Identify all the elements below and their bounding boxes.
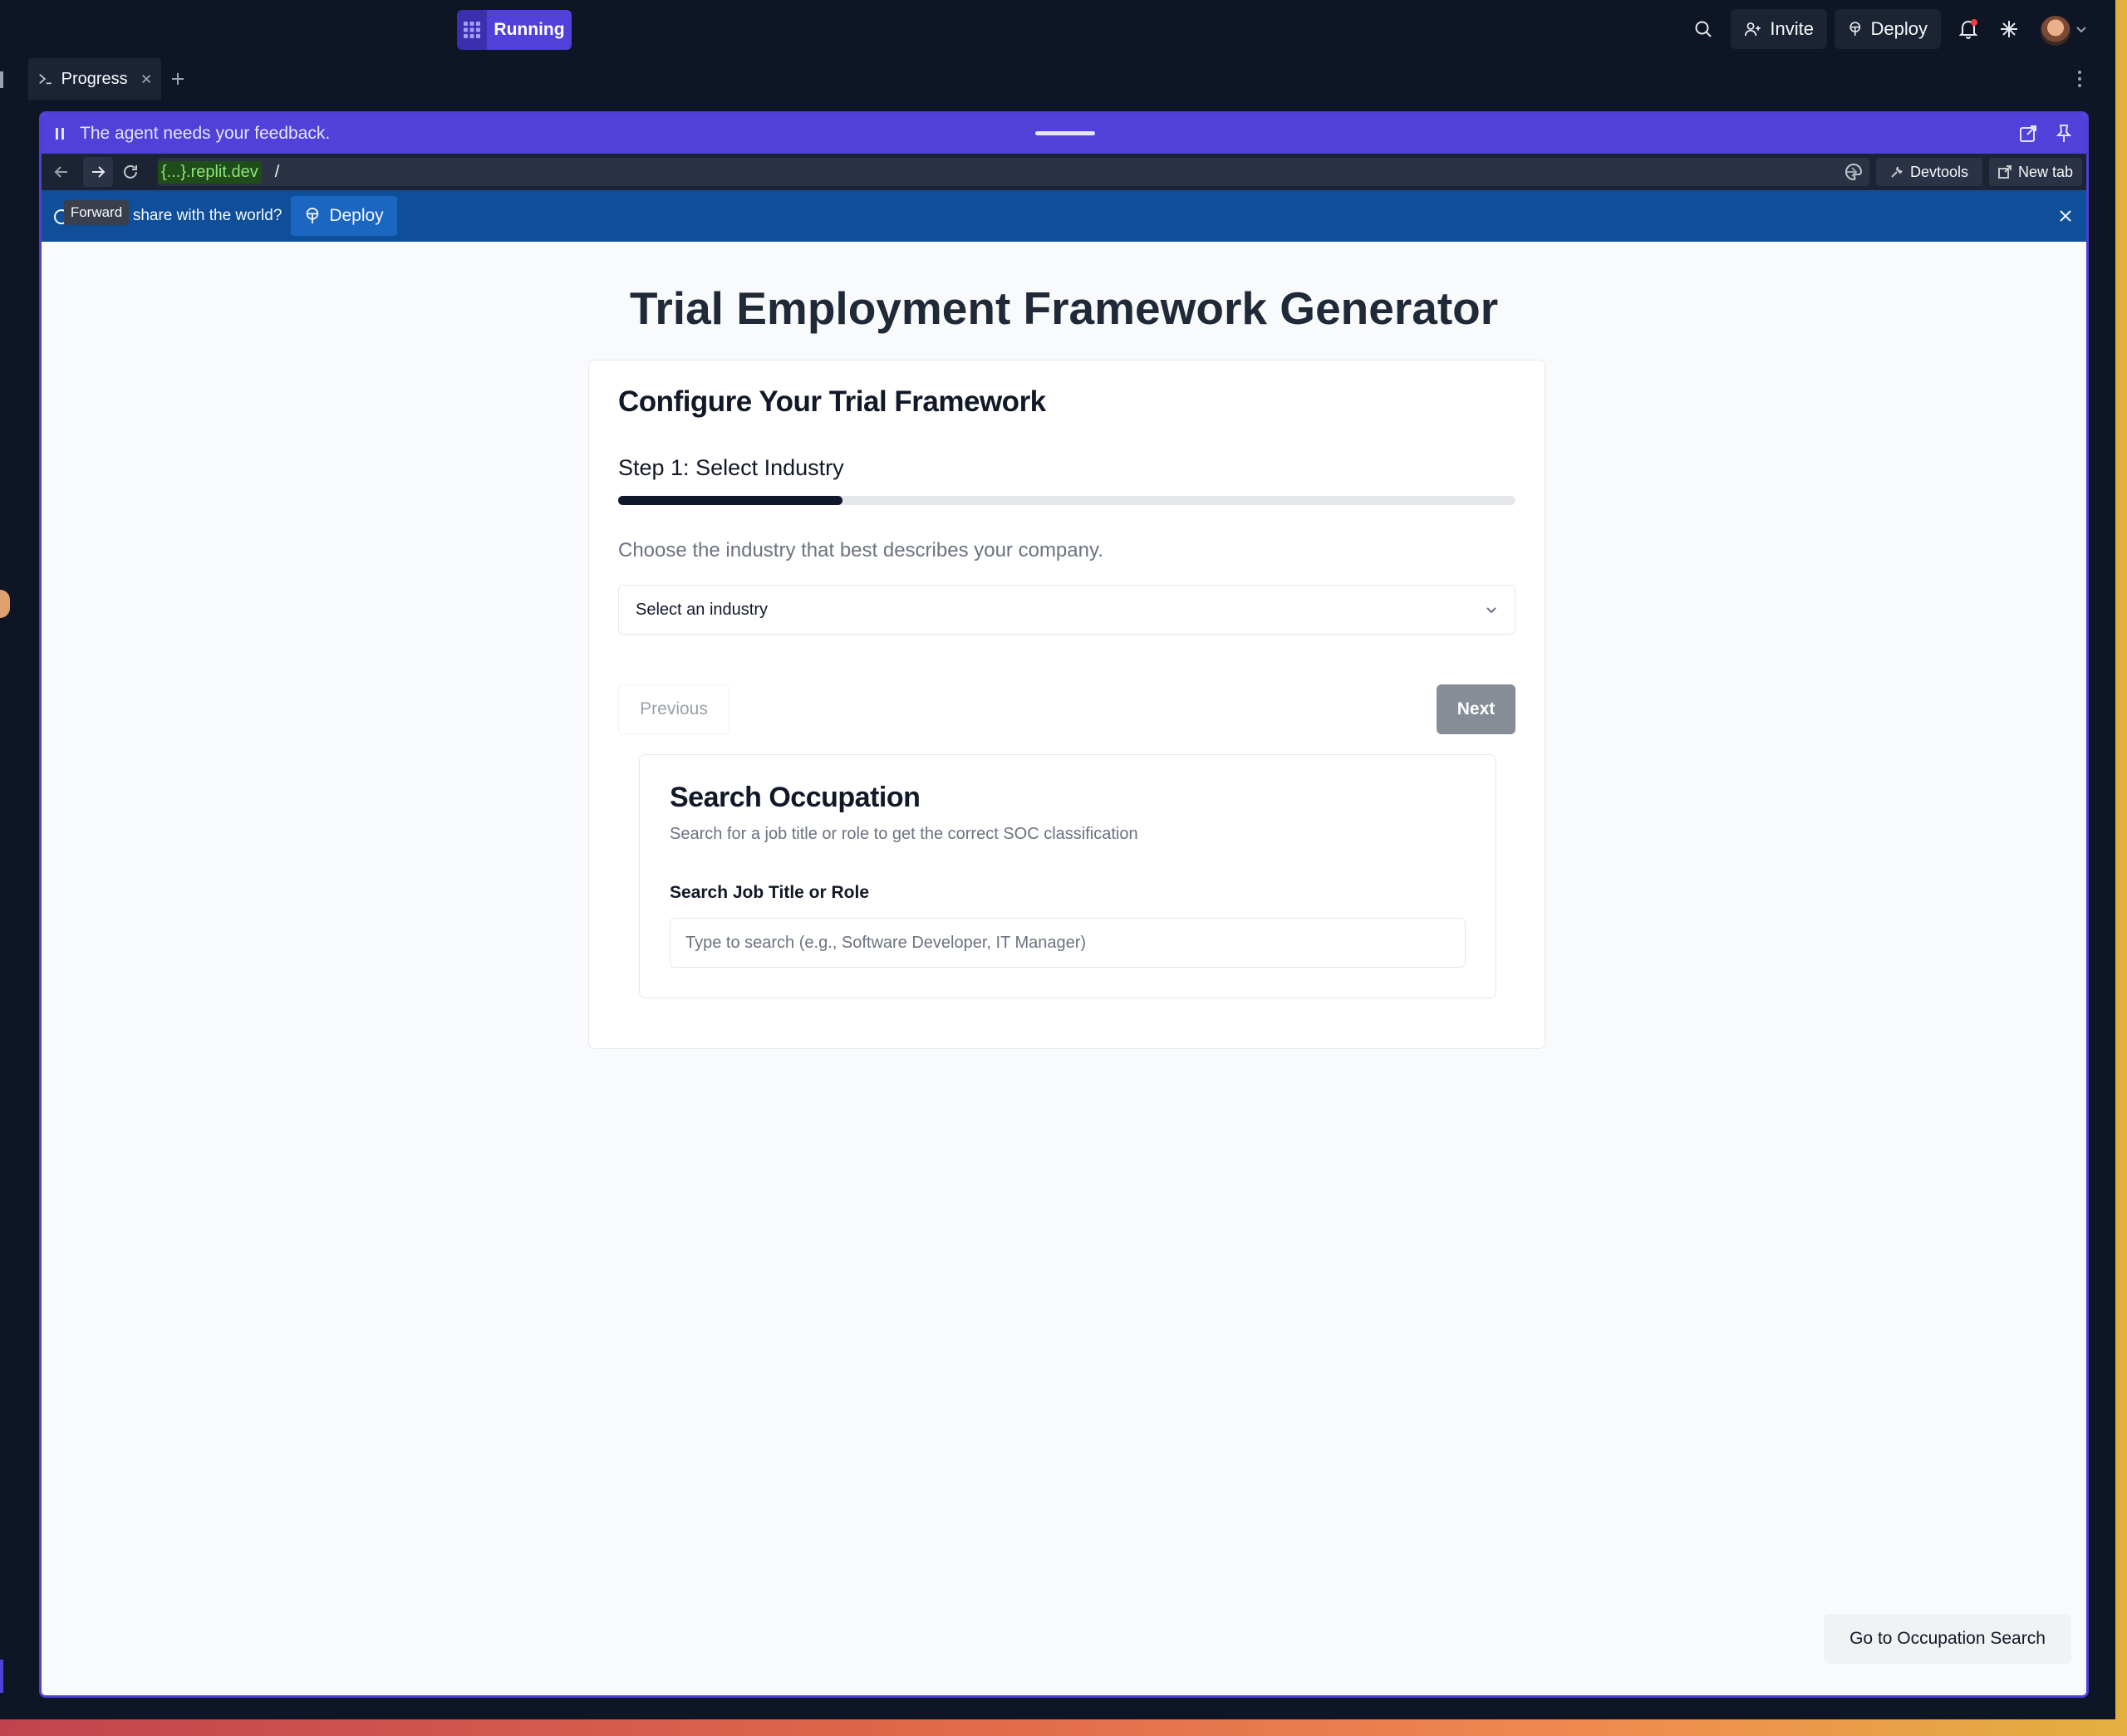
search-icon[interactable] (1683, 9, 1723, 49)
banner-text: o share with the world? (120, 207, 282, 224)
card-title: Configure Your Trial Framework (618, 385, 1046, 418)
close-icon[interactable] (141, 73, 151, 85)
sidebar-indicator (0, 1660, 3, 1693)
occupation-search-input[interactable]: Type to search (e.g., Software Developer… (670, 918, 1466, 968)
deploy-icon (307, 207, 319, 224)
next-button[interactable]: Next (1437, 684, 1515, 734)
close-icon[interactable] (2059, 209, 2072, 223)
new-tab-label: New tab (2017, 163, 2074, 180)
occupation-field-label: Search Job Title or Role (670, 883, 870, 902)
url-bar: {...}.replit.dev / Devtools New tab (42, 154, 2086, 190)
occupation-title: Search Occupation (670, 782, 921, 813)
deploy-icon (1849, 22, 1861, 36)
page-title: Trial Employment Framework Generator (629, 282, 1499, 334)
occupation-search-card: Search Occupation Search for a job title… (639, 754, 1496, 998)
forward-button[interactable] (83, 157, 113, 187)
deploy-button[interactable]: Deploy (1835, 9, 1941, 49)
go-to-occupation-search-button[interactable]: Go to Occupation Search (1824, 1614, 2071, 1664)
chevron-down-icon (1486, 607, 1496, 614)
industry-select[interactable]: Select an industry (618, 585, 1515, 635)
tab-progress[interactable]: Progress (28, 58, 161, 100)
url-path: / (274, 162, 280, 181)
add-user-icon (1744, 22, 1761, 37)
drag-handle[interactable] (1035, 131, 1095, 135)
run-button[interactable]: Running (487, 10, 572, 50)
tab-label: Progress (61, 69, 128, 88)
occupation-subtitle: Search for a job title or role to get th… (670, 825, 1138, 843)
select-value: Select an industry (636, 600, 768, 619)
reload-icon[interactable] (121, 163, 140, 181)
chevron-down-icon[interactable] (2075, 23, 2087, 35)
new-tab-button[interactable]: New tab (1989, 158, 2082, 186)
banner-deploy-button[interactable]: Deploy (291, 196, 397, 236)
external-link-icon (1997, 165, 2012, 179)
devtools-label: Devtools (1909, 163, 1969, 180)
banner-deploy-label: Deploy (329, 206, 384, 225)
feedback-text: The agent needs your feedback. (80, 124, 331, 143)
top-bar: Running Invite Deploy (0, 0, 2115, 58)
progress-fill (618, 496, 842, 505)
tab-strip: Progress (28, 58, 2115, 100)
app-window: Running Invite Deploy Progress The agent… (0, 0, 2115, 1719)
popout-icon[interactable] (2019, 125, 2037, 143)
step-title: Step 1: Select Industry (618, 455, 844, 480)
more-vertical-icon[interactable] (2077, 70, 2082, 88)
progress-track (618, 496, 1515, 505)
forward-tooltip: Forward (64, 200, 129, 225)
framework-card: Configure Your Trial Framework Step 1: S… (588, 360, 1545, 1049)
deploy-banner: o share with the world? Deploy (42, 190, 2086, 242)
invite-button[interactable]: Invite (1731, 9, 1827, 49)
webview-frame: The agent needs your feedback. {...}.rep… (39, 111, 2089, 1698)
forward-icon (92, 166, 106, 178)
step-description: Choose the industry that best describes … (618, 539, 1103, 562)
pause-icon[interactable] (55, 127, 65, 140)
previous-button[interactable]: Previous (618, 684, 729, 734)
add-tab-icon[interactable] (169, 71, 186, 87)
palette-icon[interactable] (1845, 163, 1863, 181)
grid-icon (457, 10, 487, 50)
bell-icon[interactable] (1948, 9, 1988, 49)
pin-icon[interactable] (2056, 124, 2072, 144)
progress-icon (39, 74, 52, 85)
avatar[interactable] (2041, 16, 2071, 46)
sidebar-edge (0, 58, 28, 1719)
menu-dots-icon[interactable] (0, 71, 3, 88)
avatar[interactable] (0, 590, 10, 618)
app-page: Trial Employment Framework Generator Con… (42, 242, 2086, 1695)
wrench-icon (1891, 166, 1903, 178)
url-domain: {...}.replit.dev (158, 160, 262, 184)
sparkle-icon[interactable] (1989, 9, 2029, 49)
invite-label: Invite (1770, 18, 1814, 39)
url-field[interactable]: {...}.replit.dev / (158, 158, 1869, 186)
deploy-label: Deploy (1870, 18, 1928, 39)
feedback-bar: The agent needs your feedback. (42, 114, 2086, 154)
run-control[interactable]: Running (457, 10, 572, 50)
back-icon[interactable] (53, 164, 70, 180)
devtools-button[interactable]: Devtools (1876, 158, 1982, 186)
